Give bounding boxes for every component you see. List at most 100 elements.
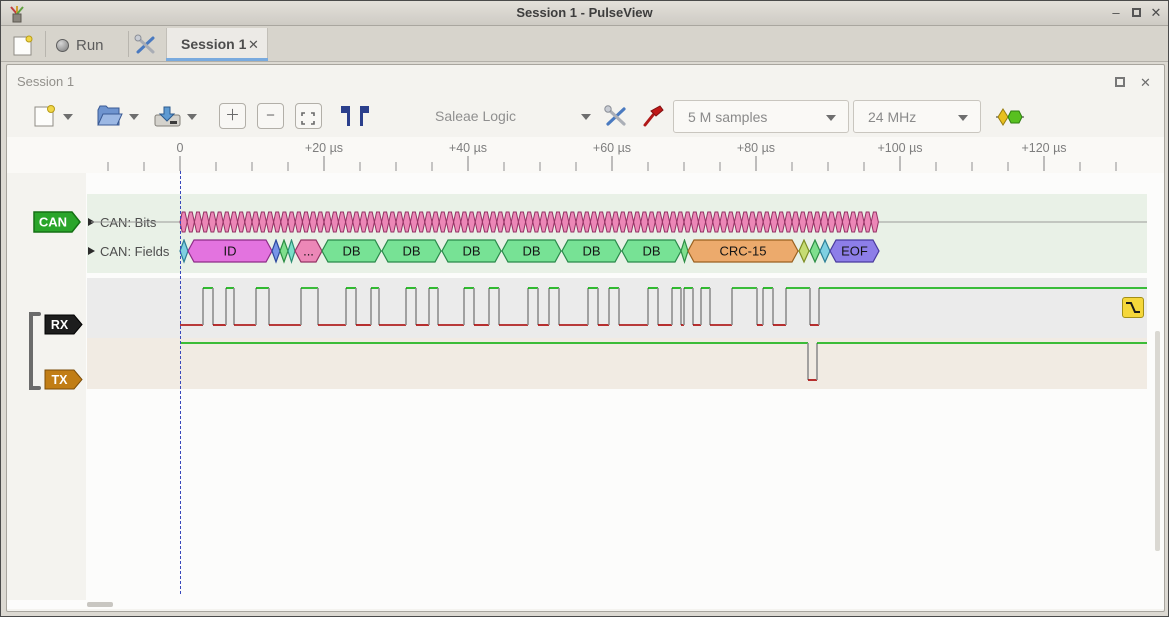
bit-annotation	[324, 212, 331, 232]
bit-annotation	[281, 212, 288, 232]
configure-device-button[interactable]	[603, 104, 629, 133]
ruler-tick-label: +120 µs	[1021, 141, 1066, 155]
bit-annotation	[374, 212, 381, 232]
ruler-tick-label: +60 µs	[593, 141, 631, 155]
bit-annotation	[310, 212, 317, 232]
trace-tag-tx[interactable]: TX	[44, 369, 84, 390]
horizontal-scrollbar-handle[interactable]	[87, 602, 113, 607]
bit-annotation	[518, 212, 525, 232]
bit-annotation	[454, 212, 461, 232]
subwindow-close-button[interactable]: ✕	[1137, 74, 1154, 91]
toolbar-separator	[128, 31, 129, 57]
bit-annotation	[482, 212, 489, 232]
bit-annotation	[677, 212, 684, 232]
subwindow-maximize-button[interactable]	[1111, 74, 1128, 91]
device-dropdown-arrow[interactable]	[581, 114, 591, 120]
tab-label: Session 1	[181, 36, 246, 52]
field-annotation	[288, 240, 295, 262]
bit-annotation	[209, 212, 216, 232]
trigger-badge[interactable]	[1122, 297, 1144, 318]
bit-annotation	[598, 212, 605, 232]
bit-annotation	[619, 212, 626, 232]
bit-annotation	[648, 212, 655, 232]
add-decoder-button[interactable]	[995, 107, 1025, 132]
session-title: Session 1	[17, 74, 74, 89]
bit-annotation	[590, 212, 597, 232]
bit-annotation	[670, 212, 677, 232]
tx-waveform	[87, 338, 1147, 389]
new-view-button[interactable]	[31, 103, 58, 134]
zoom-out-button[interactable]: −	[257, 103, 284, 129]
falling-edge-icon	[1123, 298, 1143, 317]
device-selector[interactable]: Saleae Logic	[435, 108, 516, 124]
bit-annotation	[187, 212, 194, 232]
sample-rate-combobox[interactable]: 24 MHz	[853, 100, 981, 133]
bit-annotation	[742, 212, 749, 232]
bit-annotation	[446, 212, 453, 232]
bit-annotation	[749, 212, 756, 232]
bit-annotation	[799, 212, 806, 232]
trigger-marker-button[interactable]	[341, 104, 369, 133]
zoom-fit-button[interactable]	[295, 103, 322, 129]
bit-annotation	[425, 212, 432, 232]
bit-annotation	[252, 212, 259, 232]
save-button[interactable]	[153, 103, 182, 134]
bit-annotation	[785, 212, 792, 232]
bit-annotation	[641, 212, 648, 232]
bit-annotation	[684, 212, 691, 232]
new-view-dropdown-arrow[interactable]	[63, 114, 73, 120]
bit-annotation	[317, 212, 324, 232]
trace-group-bracket[interactable]	[25, 311, 43, 391]
bit-annotation	[338, 212, 345, 232]
ruler-tick-label: +20 µs	[305, 141, 343, 155]
tab-close-icon[interactable]: ✕	[248, 37, 259, 53]
zoom-in-button[interactable]: ＋	[219, 103, 246, 129]
trace-tag-rx[interactable]: RX	[44, 314, 84, 335]
decoder-icon	[995, 107, 1025, 127]
new-session-button[interactable]	[9, 33, 36, 58]
bit-annotation	[346, 212, 353, 232]
bit-annotation	[295, 212, 302, 232]
bit-annotation	[418, 212, 425, 232]
field-annotation	[681, 240, 688, 262]
sample-count-combobox[interactable]: 5 M samples	[673, 100, 849, 133]
bit-annotation	[698, 212, 705, 232]
pulseview-window: Session 1 - PulseView – ✕ Run Session 1 …	[0, 0, 1169, 617]
open-button[interactable]	[95, 103, 124, 134]
settings-button[interactable]	[134, 34, 158, 61]
bit-annotation	[230, 212, 237, 232]
trigger-flags-icon	[341, 104, 369, 128]
bit-annotation	[821, 212, 828, 232]
wrench-screwdriver-icon	[134, 34, 158, 56]
channels-button[interactable]	[641, 103, 667, 134]
bit-annotation	[533, 212, 540, 232]
rx-waveform	[87, 278, 1147, 338]
ruler-tick-label: +80 µs	[737, 141, 775, 155]
bit-annotation	[367, 212, 374, 232]
vertical-scrollbar-handle[interactable]	[1155, 331, 1160, 551]
open-dropdown-arrow[interactable]	[129, 114, 139, 120]
bit-annotation	[223, 212, 230, 232]
bit-annotation	[850, 212, 857, 232]
decoder-tag-can[interactable]: CAN	[33, 211, 82, 233]
bit-annotation	[432, 212, 439, 232]
bit-annotation	[626, 212, 633, 232]
new-file-icon	[31, 103, 58, 129]
bit-annotation	[461, 212, 468, 232]
maximize-button[interactable]	[1127, 4, 1145, 22]
save-dropdown-arrow[interactable]	[187, 114, 197, 120]
bit-annotation	[763, 212, 770, 232]
window-title: Session 1 - PulseView	[1, 5, 1168, 20]
trigger-cursor-line[interactable]	[180, 171, 181, 594]
bit-annotation	[302, 212, 309, 232]
bit-annotation	[770, 212, 777, 232]
field-annotation-label: EOF	[841, 244, 868, 259]
field-annotation	[280, 240, 288, 262]
bit-annotation	[562, 212, 569, 232]
bit-annotation	[691, 212, 698, 232]
field-annotation-label: ...	[303, 244, 314, 259]
bit-annotation	[389, 212, 396, 232]
run-button[interactable]: Run	[56, 32, 116, 58]
minimize-button[interactable]: –	[1107, 4, 1125, 22]
close-button[interactable]: ✕	[1147, 4, 1165, 22]
